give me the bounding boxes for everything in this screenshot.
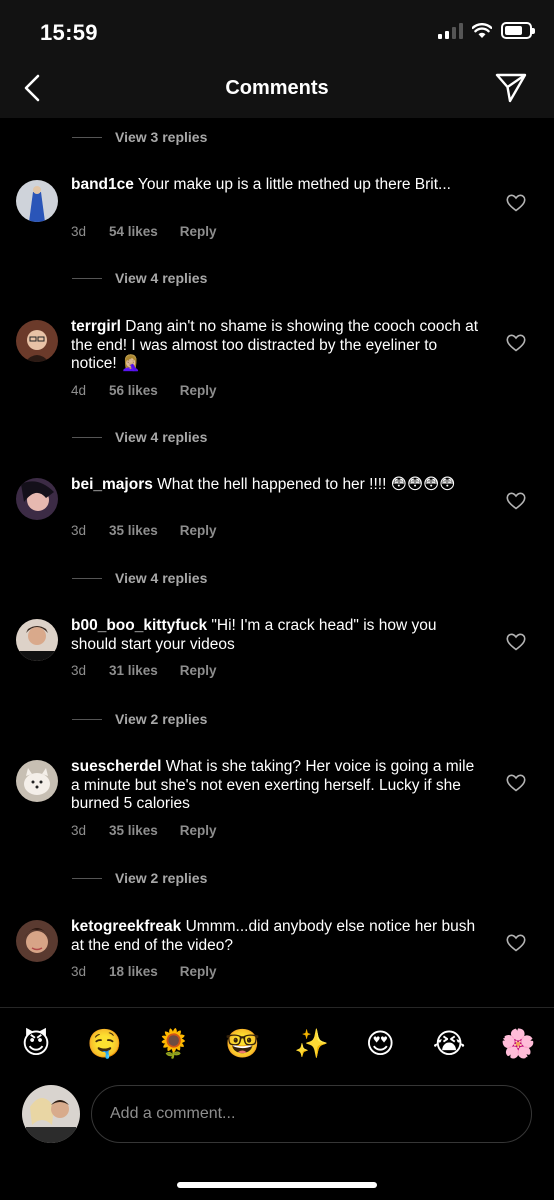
comment-username[interactable]: band1ce xyxy=(71,176,134,193)
comment-meta: 4d 56 likes Reply xyxy=(71,383,217,398)
reply-button[interactable]: Reply xyxy=(180,523,217,538)
comment-username[interactable]: bei_majors xyxy=(71,476,153,493)
comment-text: band1ce Your make up is a little methed … xyxy=(71,176,451,193)
view-replies-button[interactable]: View 3 replies xyxy=(72,129,207,145)
comment-text: suescherdel What is she taking? Her voic… xyxy=(71,758,475,812)
avatar[interactable] xyxy=(16,320,58,362)
heart-icon[interactable] xyxy=(506,334,526,352)
likes-count[interactable]: 18 likes xyxy=(109,964,158,979)
likes-count[interactable]: 56 likes xyxy=(109,383,158,398)
view-replies-button[interactable]: View 2 replies xyxy=(72,711,207,727)
comment-meta: 3d 35 likes Reply xyxy=(71,823,217,838)
avatar[interactable] xyxy=(16,180,58,222)
emoji-devil-button[interactable]: 😈 xyxy=(18,1022,54,1066)
cellular-signal-icon xyxy=(438,22,463,39)
reply-button[interactable]: Reply xyxy=(180,383,217,398)
emoji-quick-bar: 😈 🤤 🌻 🤓 ✨ 😍 😭 🌸 xyxy=(0,1022,554,1066)
comment-time: 4d xyxy=(71,383,87,398)
view-replies-button[interactable]: View 2 replies xyxy=(72,870,207,886)
likes-count[interactable]: 35 likes xyxy=(109,523,158,538)
comment-username[interactable]: terrgirl xyxy=(71,318,121,335)
likes-count[interactable]: 35 likes xyxy=(109,823,158,838)
comment-text: bei_majors What the hell happened to her… xyxy=(71,476,456,493)
comment-meta: 3d 18 likes Reply xyxy=(71,964,217,979)
comment-time: 3d xyxy=(71,523,87,538)
emoji-heart-eyes-button[interactable]: 😍 xyxy=(362,1022,398,1066)
avatar[interactable] xyxy=(16,920,58,962)
comment-time: 3d xyxy=(71,663,87,678)
add-comment-input[interactable] xyxy=(91,1085,532,1143)
emoji-sparkles-button[interactable]: ✨ xyxy=(293,1022,329,1066)
comments-list[interactable]: View 3 replies band1ce Your make up is a… xyxy=(0,118,554,1008)
home-indicator xyxy=(177,1182,377,1188)
view-replies-button[interactable]: View 4 replies xyxy=(72,270,207,286)
reply-button[interactable]: Reply xyxy=(180,964,217,979)
heart-icon[interactable] xyxy=(506,492,526,510)
comment-username[interactable]: b00_boo_kittyfuck xyxy=(71,617,207,634)
comment-text: ketogreekfreak Ummm...did anybody else n… xyxy=(71,918,476,954)
comment-time: 3d xyxy=(71,224,87,239)
heart-icon[interactable] xyxy=(506,934,526,952)
comment-text: terrgirl Dang ain't no shame is showing … xyxy=(71,318,479,372)
comment-time: 3d xyxy=(71,964,87,979)
emoji-blossom-button[interactable]: 🌸 xyxy=(500,1022,536,1066)
status-time: 15:59 xyxy=(40,20,98,45)
emoji-crying-button[interactable]: 😭 xyxy=(431,1022,467,1066)
comment-time: 3d xyxy=(71,823,87,838)
top-bar: 15:59 Comments xyxy=(0,0,554,118)
status-icons xyxy=(438,22,535,39)
battery-icon xyxy=(501,22,535,39)
comment-meta: 3d 35 likes Reply xyxy=(71,523,217,538)
avatar[interactable] xyxy=(16,760,58,802)
view-replies-button[interactable]: View 4 replies xyxy=(72,429,207,445)
emoji-sunflower-button[interactable]: 🌻 xyxy=(156,1022,192,1066)
emoji-nerd-button[interactable]: 🤓 xyxy=(225,1022,261,1066)
comment-meta: 3d 54 likes Reply xyxy=(71,224,217,239)
wifi-icon xyxy=(472,22,492,38)
avatar[interactable] xyxy=(16,478,58,520)
avatar[interactable] xyxy=(16,619,58,661)
current-user-avatar xyxy=(22,1085,80,1143)
view-replies-button[interactable]: View 4 replies xyxy=(72,570,207,586)
comment-username[interactable]: ketogreekfreak xyxy=(71,918,181,935)
comment-username[interactable]: suescherdel xyxy=(71,758,161,775)
direct-send-icon[interactable] xyxy=(494,70,528,104)
reply-button[interactable]: Reply xyxy=(180,823,217,838)
reply-button[interactable]: Reply xyxy=(180,224,217,239)
emoji-drooling-button[interactable]: 🤤 xyxy=(87,1022,123,1066)
likes-count[interactable]: 31 likes xyxy=(109,663,158,678)
divider xyxy=(0,1007,554,1008)
reply-button[interactable]: Reply xyxy=(180,663,217,678)
comment-text: b00_boo_kittyfuck "Hi! I'm a crack head"… xyxy=(71,617,437,653)
heart-icon[interactable] xyxy=(506,194,526,212)
likes-count[interactable]: 54 likes xyxy=(109,224,158,239)
heart-icon[interactable] xyxy=(506,633,526,651)
page-title: Comments xyxy=(225,77,329,99)
comment-meta: 3d 31 likes Reply xyxy=(71,663,217,678)
heart-icon[interactable] xyxy=(506,774,526,792)
